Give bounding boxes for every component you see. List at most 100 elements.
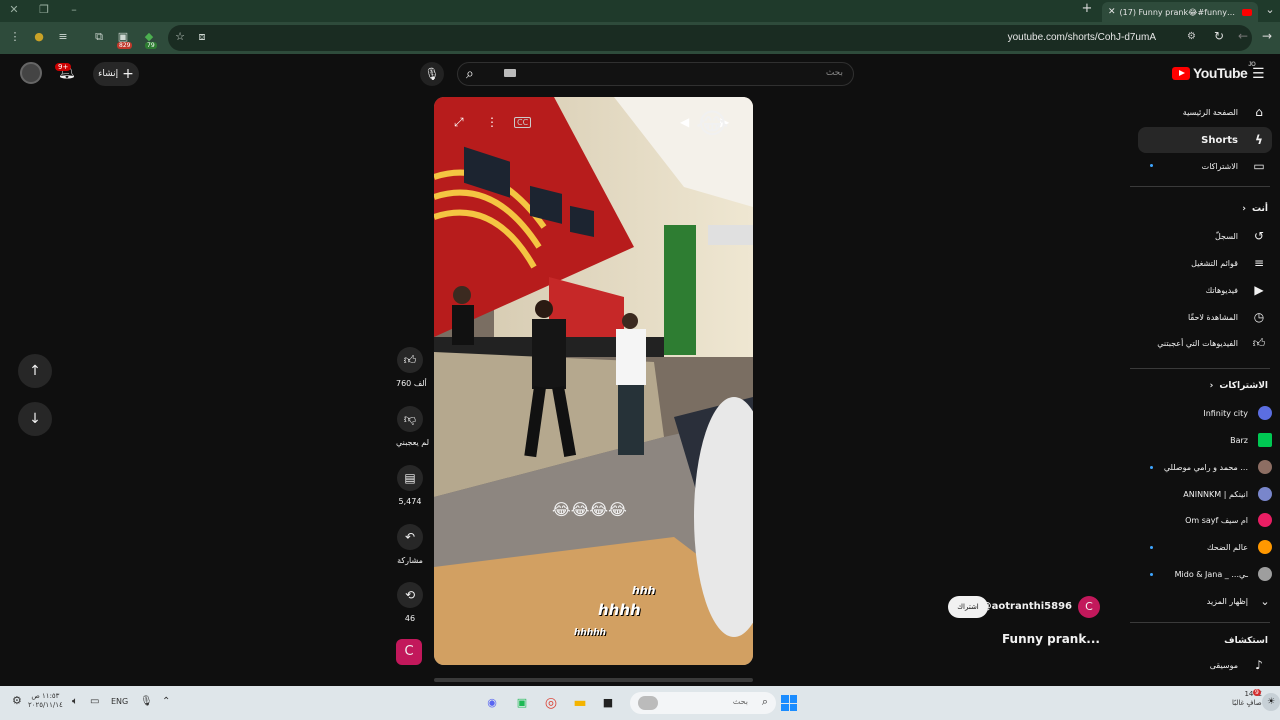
channel-avatar [1258,487,1272,501]
remix-count: 46 [404,614,416,623]
microphone-icon[interactable]: 🎙︎ [140,696,153,707]
volume-icon[interactable]: ◀ [680,115,689,129]
video-title[interactable]: Funny prank... [1002,632,1100,646]
address-bar[interactable]: youtube.com/shorts/CohJ-d7umA ⚙ [168,25,1252,51]
voice-search-icon[interactable]: 🎙︎ [420,62,444,86]
file-explorer-icon[interactable]: ▬ [571,694,589,712]
subscribe-button[interactable]: اشتراك [948,596,988,618]
remix-button[interactable]: ⟲ 46 [396,582,424,623]
close-window-icon[interactable]: ✕ [6,3,22,16]
sidebar-item-watch-later[interactable]: المشاهدة لاحقًا ◷ [1138,304,1272,330]
search-icon[interactable]: ⌕ [466,66,474,82]
back-icon[interactable]: → [1262,29,1272,43]
history-icon: ↺ [1253,229,1265,243]
watch-later-icon: ◷ [1253,310,1265,324]
search-input[interactable]: ⌕ بحث [457,62,854,86]
channel-avatar[interactable]: C [1078,596,1100,618]
sidebar-item-shorts[interactable]: Shorts ϟ [1138,127,1272,153]
site-settings-icon[interactable]: ⚙ [1187,31,1196,42]
new-tab-icon[interactable]: + [1079,1,1095,16]
show-more-button[interactable]: إظهار المزيد ⌄ [1140,589,1272,613]
share-button[interactable]: ↶ مشاركة [396,524,424,565]
channel-name: Barz [1230,435,1248,445]
language-indicator[interactable]: ENG [111,697,128,706]
tab-youtube-short[interactable]: ✕ (17) Funny prank😂#funny#pr [1102,2,1258,22]
volume-icon[interactable]: 🔈︎ [72,696,78,707]
sidebar-item-subscriptions[interactable]: الاشتراكات ▭ [1138,153,1272,179]
windows-start-icon[interactable] [781,695,797,711]
new-content-dot [1150,466,1153,469]
comments-button[interactable]: ▤ 5,474 [396,465,424,506]
terminal-icon[interactable]: ■ [599,694,617,712]
create-button[interactable]: إنشاء + [93,62,139,86]
close-tab-icon[interactable]: ✕ [1108,7,1116,17]
sidebar-item-liked-videos[interactable]: الفيديوهات التي أعجبتني 👍︎ [1138,330,1272,356]
chrome-icon[interactable]: ◎ [542,694,560,712]
sidebar-item-music[interactable]: موسيقى ♪ [1138,653,1272,677]
tab-search-icon[interactable]: ⌄ [1262,3,1278,16]
channel-avatar [1258,406,1272,420]
extensions-icon[interactable]: ⧉ [90,30,108,44]
channel-name: Mido & Jana _ ...ـي [1174,569,1248,579]
discord-icon[interactable]: ◉ [483,694,501,712]
sidebar-item-label: قوائم التشغيل [1191,258,1238,268]
more-options-icon[interactable]: ⋮ [486,115,498,129]
reload-icon[interactable]: ↻ [1214,29,1224,43]
sidebar-item-playlists[interactable]: قوائم التشغيل ≡ [1138,250,1272,276]
subscription-channel[interactable]: محمد و رامي موصللي ... [1140,455,1272,479]
shorts-video-player[interactable]: ⤢ ⋮ CC ◀ ▶ 😂 😂😂😂😂 hhh hhhh hhhhh [434,97,753,665]
notifications-badge: 9+ [55,63,72,71]
sidebar-item-your-videos[interactable]: فيديوهاتك ▶ [1138,277,1272,303]
taskbar-search-input[interactable]: بحث ⌕ [630,692,776,714]
thumb-down-icon: 👎︎ [397,406,423,432]
account-avatar[interactable] [20,62,42,84]
video-progress-bar[interactable] [434,678,753,682]
app-icon[interactable]: ▣ [513,694,531,712]
youtube-header: 🔔︎ 9+ إنشاء + 🎙︎ ⌕ بحث YouTube JO ☰ [0,54,1280,94]
sidebar-section-you[interactable]: › أنت [1242,204,1268,214]
url-text: youtube.com/shorts/CohJ-d7umA [1007,32,1156,43]
reading-list-icon[interactable]: ≡ [54,30,72,43]
channel-thumbnail[interactable]: C [396,639,422,665]
chevron-up-icon[interactable]: ⌃ [162,696,170,707]
share-label: مشاركة [397,556,423,565]
profile-icon[interactable]: ● [30,30,48,43]
arrow-down-icon: ↓ [29,411,41,427]
forward-icon[interactable]: ← [1238,29,1248,43]
notification-icon[interactable]: ⚙ [12,694,22,707]
subscription-channel[interactable]: Barz [1140,428,1272,452]
subscription-channel[interactable]: Mido & Jana _ ...ـي [1140,562,1272,586]
like-button[interactable]: 👍︎ 760 ألف [396,347,427,388]
section-heading: الاشتراكات [1219,381,1268,391]
browser-menu-icon[interactable]: ⋮ [6,30,24,43]
next-short-button[interactable]: ↓ [18,402,52,436]
overlay-text: hhh [632,584,656,597]
sidebar-item-home[interactable]: الصفحة الرئيسية ⌂ [1138,99,1272,125]
subscription-channel[interactable]: عالم الضحك [1140,535,1272,559]
previous-short-button[interactable]: ↑ [18,354,52,388]
clock[interactable]: ١١:٥٣ ص ٢٠٢٥/١١/١٤ [28,692,63,710]
emoji-caption: 😂😂😂😂 [552,500,627,519]
channel-name[interactable]: @aotranthi5896 [982,601,1072,612]
restore-window-icon[interactable]: ❐ [36,3,52,16]
dislike-label: لم يعجبني [396,438,430,447]
bookmark-star-icon[interactable]: ☆ [171,30,189,43]
youtube-logo[interactable]: YouTube JO [1172,62,1256,81]
sidebar-item-history[interactable]: السجلّ ↺ [1138,223,1272,249]
keyboard-icon[interactable] [504,69,516,77]
subscription-channel[interactable]: ANINNKM | انينكم [1140,482,1272,506]
cast-icon[interactable]: ⧈ [193,30,211,44]
subscription-channel[interactable]: Infinity city [1140,401,1272,425]
dislike-button[interactable]: 👎︎ لم يعجبني [396,406,430,447]
minimize-window-icon[interactable]: – [66,3,82,16]
sidebar-divider [1130,368,1270,369]
guide-menu-icon[interactable]: ☰ [1252,66,1265,82]
sidebar-section-subscriptions[interactable]: › الاشتراكات [1210,381,1268,391]
fullscreen-icon[interactable]: ⤢ [454,115,464,130]
network-icon[interactable]: ▭ [90,696,99,707]
new-content-dot [1150,546,1153,549]
channel-avatar [1258,433,1272,447]
section-heading: استكشاف [1224,636,1268,646]
subscription-channel[interactable]: Om sayf ام سيف [1140,508,1272,532]
captions-icon[interactable]: CC [514,117,532,128]
